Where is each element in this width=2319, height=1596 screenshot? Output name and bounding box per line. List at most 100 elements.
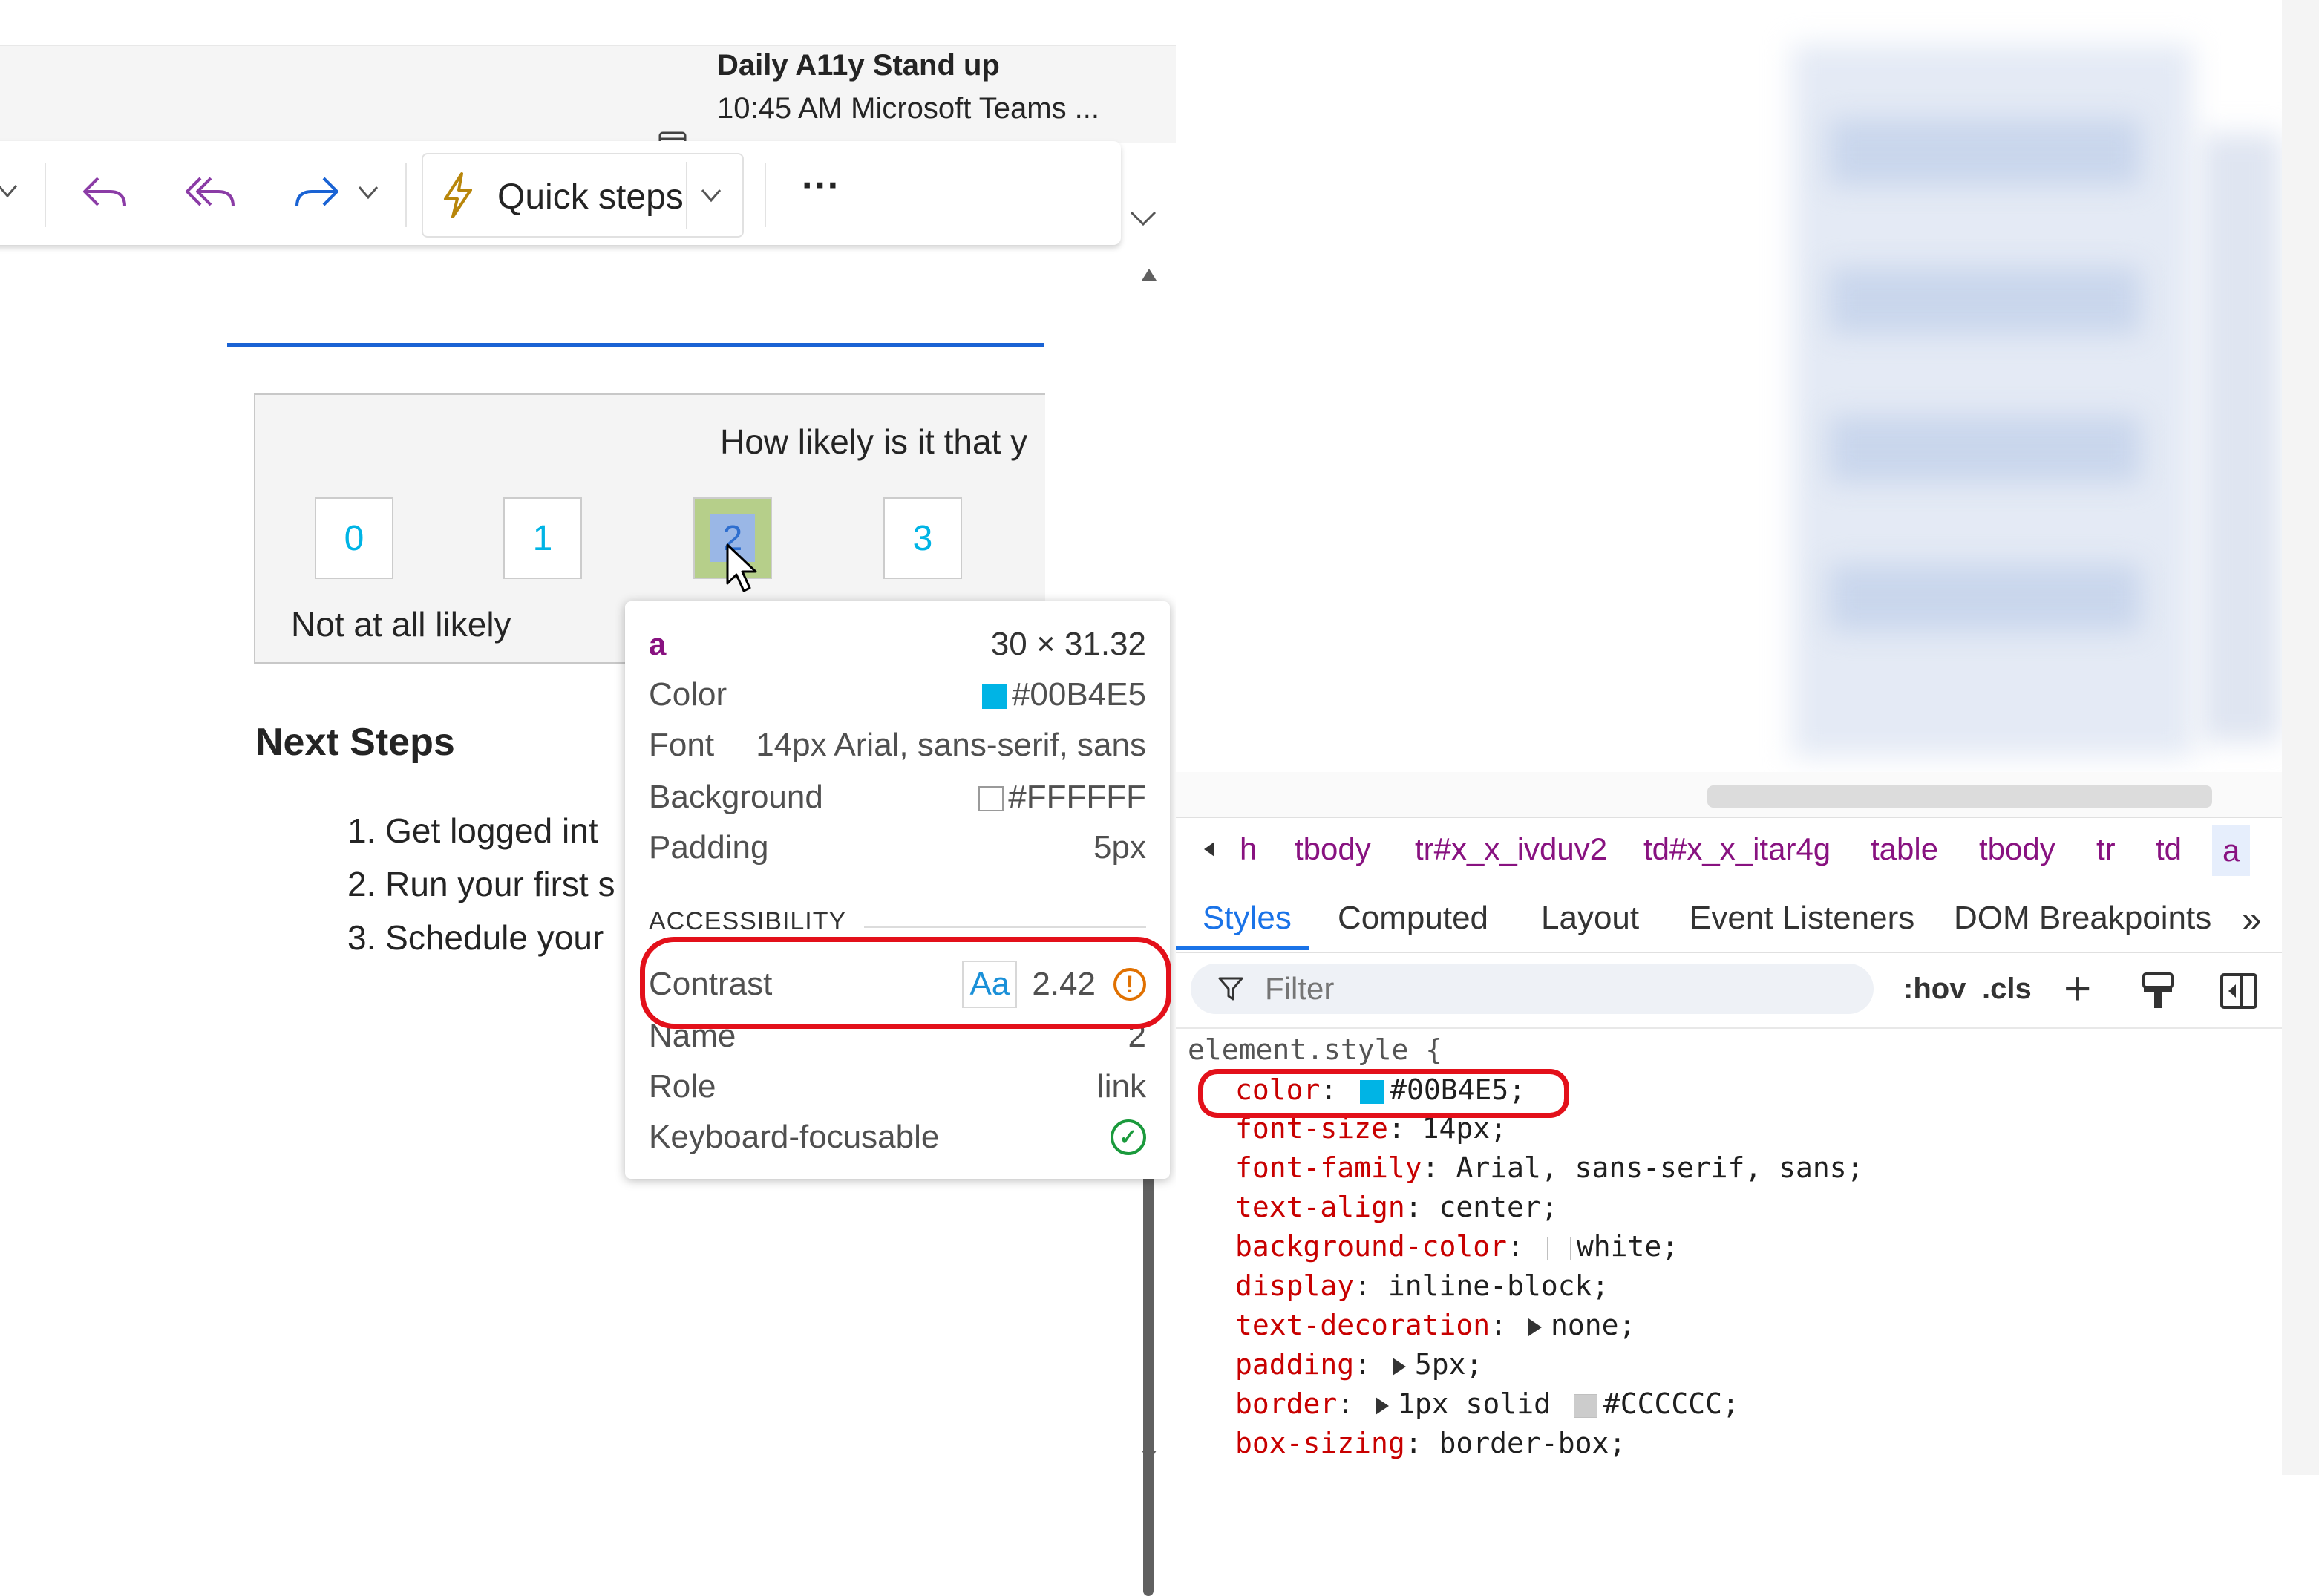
- expand-triangle-icon[interactable]: [1376, 1396, 1390, 1415]
- tooltip-background-label: Background: [649, 779, 823, 815]
- style-value[interactable]: white;: [1577, 1230, 1678, 1263]
- tooltip-focusable-label: Keyboard-focusable: [649, 1119, 940, 1155]
- paintbrush-icon[interactable]: [2141, 971, 2175, 1011]
- filter-icon: [1218, 977, 1243, 1001]
- scroll-up-arrow-icon[interactable]: [1140, 267, 1158, 282]
- breadcrumb-item[interactable]: h: [1240, 831, 1257, 867]
- breadcrumb-item[interactable]: tbody: [1979, 831, 2055, 867]
- tooltip-padding-value: 5px: [1093, 829, 1146, 866]
- tooltip-padding-label: Padding: [649, 829, 769, 866]
- reminder-title[interactable]: Daily A11y Stand up: [717, 49, 1000, 82]
- tab-dom-breakpoints[interactable]: DOM Breakpoints: [1954, 900, 2211, 937]
- blurred-dom: [1829, 267, 2141, 334]
- horizontal-scroll-thumb[interactable]: [1707, 785, 2212, 808]
- elements-tree-blurred: [1176, 0, 2282, 817]
- breadcrumb-scroll-left-icon[interactable]: [1203, 840, 1216, 858]
- color-swatch: [981, 684, 1007, 710]
- tab-styles[interactable]: Styles: [1203, 900, 1292, 937]
- ribbon-expand-icon[interactable]: [1128, 208, 1158, 230]
- not-likely-label: Not at all likely: [291, 605, 511, 644]
- breadcrumb-item[interactable]: tbody: [1295, 831, 1371, 867]
- style-declaration[interactable]: box-sizing: border-box;: [1235, 1427, 1626, 1459]
- style-declaration[interactable]: text-decoration: none;: [1235, 1309, 1635, 1341]
- style-declaration[interactable]: background-color: white;: [1235, 1230, 1678, 1263]
- quick-steps-dropdown-icon[interactable]: [701, 187, 723, 205]
- score-link-1[interactable]: 1: [503, 497, 582, 579]
- style-declaration[interactable]: display: inline-block;: [1235, 1269, 1609, 1302]
- scroll-thumb[interactable]: [1143, 1173, 1154, 1596]
- tooltip-background-value: #FFFFFF: [1008, 779, 1146, 815]
- contrast-highlight-annotation: [640, 937, 1171, 1029]
- dom-breadcrumb: h tbody tr#x_x_ivduv2 td#x_x_itar4g tabl…: [1176, 817, 2282, 885]
- breadcrumb-item[interactable]: table: [1871, 831, 1938, 867]
- tooltip-role-value: link: [1096, 1068, 1146, 1105]
- style-value[interactable]: center;: [1439, 1191, 1558, 1223]
- toolbar-separator: [45, 163, 46, 227]
- style-declaration[interactable]: padding: 5px;: [1235, 1348, 1482, 1381]
- lightning-icon: [444, 172, 472, 218]
- breadcrumb-item[interactable]: td: [2156, 831, 2182, 867]
- styles-filter-input[interactable]: [1191, 964, 1874, 1014]
- accessibility-header: ACCESSIBILITY: [649, 907, 847, 935]
- tab-active-indicator: [1176, 946, 1309, 950]
- mouse-cursor-icon: [726, 543, 757, 592]
- devtools-panel: h tbody tr#x_x_ivduv2 td#x_x_itar4g tabl…: [1176, 0, 2319, 1475]
- hover-state-toggle[interactable]: :hov: [1903, 972, 1966, 1006]
- score-link-3[interactable]: 3: [883, 497, 962, 579]
- reply-all-icon[interactable]: [184, 172, 236, 214]
- breadcrumb-item[interactable]: tr: [2096, 831, 2116, 867]
- blurred-dom: [1829, 119, 2141, 186]
- check-icon: ✓: [1111, 1119, 1146, 1155]
- styles-tabs: Styles Computed Layout Event Listeners D…: [1176, 883, 2282, 953]
- tooltip-color-value-wrap: #00B4E5: [981, 676, 1146, 713]
- tooltip-dimensions: 30 × 31.32: [990, 626, 1146, 662]
- style-value[interactable]: 5px;: [1415, 1348, 1483, 1381]
- forward-icon[interactable]: [292, 172, 341, 214]
- tab-computed[interactable]: Computed: [1338, 900, 1488, 937]
- chevron-down-icon[interactable]: [0, 183, 19, 200]
- devtools-right-edge: [2282, 0, 2319, 1475]
- email-divider: [227, 343, 1044, 347]
- step-item: 1. Get logged int: [347, 811, 598, 850]
- tooltip-color-label: Color: [649, 676, 727, 713]
- breadcrumb-item[interactable]: td#x_x_itar4g: [1643, 831, 1831, 867]
- score-link-0[interactable]: 0: [315, 497, 393, 579]
- expand-triangle-icon[interactable]: [1392, 1357, 1406, 1376]
- style-value[interactable]: Arial, sans-serif, sans;: [1456, 1151, 1863, 1184]
- reply-icon[interactable]: [80, 172, 129, 214]
- style-declaration[interactable]: border: 1px solid #CCCCCC;: [1235, 1387, 1739, 1420]
- expand-triangle-icon[interactable]: [1528, 1318, 1542, 1336]
- accessibility-rule: [864, 926, 1146, 928]
- step-item: 2. Run your first s: [347, 865, 615, 903]
- class-toggle[interactable]: .cls: [1982, 972, 2032, 1006]
- forward-dropdown-icon[interactable]: [358, 184, 380, 202]
- toggle-sidebar-icon[interactable]: [2220, 972, 2258, 1010]
- horizontal-scrollbar[interactable]: [1176, 772, 2282, 817]
- toolbar-separator: [765, 163, 766, 227]
- color-swatch[interactable]: [1546, 1236, 1571, 1260]
- quick-steps-button[interactable]: Quick steps: [422, 153, 744, 238]
- tab-event-listeners[interactable]: Event Listeners: [1690, 900, 1914, 937]
- quick-steps-label: Quick steps: [497, 177, 684, 217]
- breadcrumb-item-selected[interactable]: a: [2212, 825, 2251, 876]
- scroll-down-arrow-icon[interactable]: [1140, 1449, 1158, 1464]
- tooltip-color-value: #00B4E5: [1011, 676, 1146, 713]
- blurred-dom: [2200, 134, 2282, 742]
- tab-layout[interactable]: Layout: [1541, 900, 1639, 937]
- new-rule-button[interactable]: +: [2064, 961, 2091, 1016]
- inspect-tooltip: a 30 × 31.32 Color #00B4E5 Font 14px Ari…: [625, 601, 1170, 1179]
- style-declaration[interactable]: font-family: Arial, sans-serif, sans;: [1235, 1151, 1864, 1184]
- more-options-button[interactable]: ···: [802, 163, 840, 208]
- breadcrumb-item[interactable]: tr#x_x_ivduv2: [1415, 831, 1607, 867]
- color-swatch[interactable]: [1573, 1393, 1597, 1418]
- style-declaration[interactable]: text-align: center;: [1235, 1191, 1558, 1223]
- background-swatch: [978, 786, 1004, 812]
- style-value[interactable]: border-box;: [1439, 1427, 1626, 1459]
- meeting-reminder[interactable]: Daily A11y Stand up 10:45 AM Microsoft T…: [0, 45, 1176, 158]
- outlook-reading-pane: Daily A11y Stand up 10:45 AM Microsoft T…: [0, 0, 1176, 1596]
- style-value[interactable]: inline-block;: [1388, 1269, 1609, 1302]
- style-value[interactable]: none;: [1551, 1309, 1635, 1341]
- tooltip-role-label: Role: [649, 1068, 716, 1105]
- tabs-overflow-button[interactable]: »: [2242, 900, 2262, 941]
- step-item: 3. Schedule your: [347, 918, 604, 957]
